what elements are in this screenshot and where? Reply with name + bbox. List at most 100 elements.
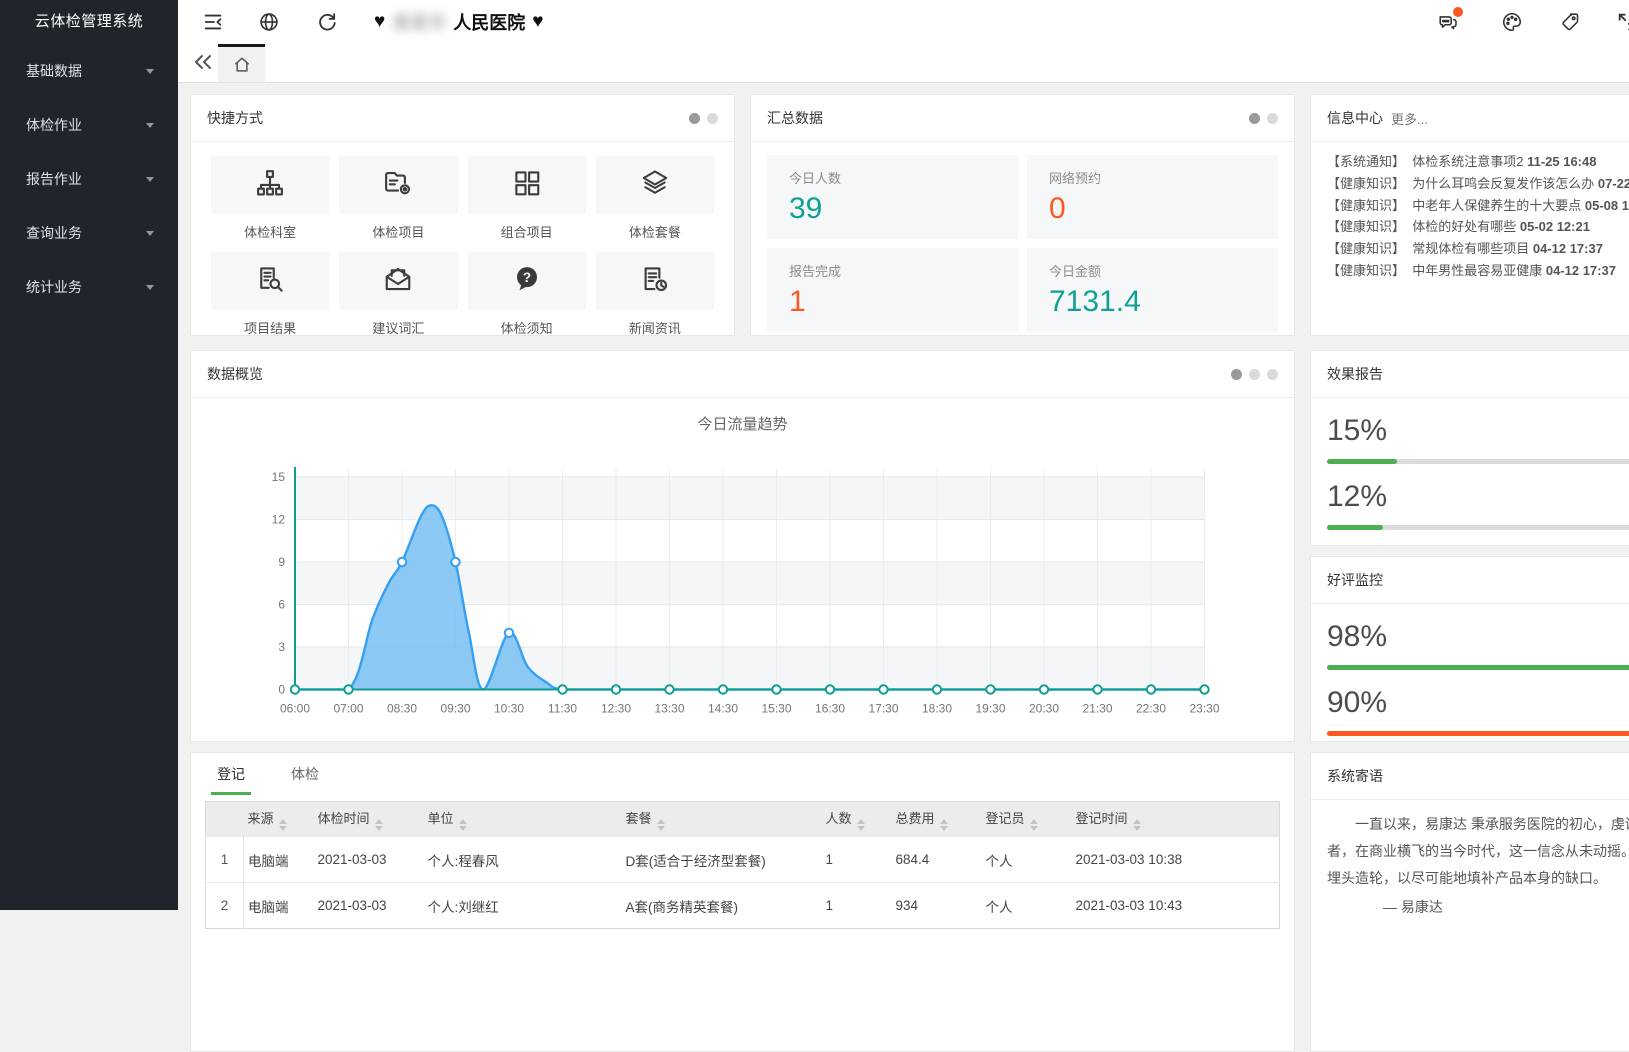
col-header-单位[interactable]: 单位: [424, 802, 622, 837]
col-header-总费用[interactable]: 总费用: [892, 802, 982, 837]
topbar: ♥ 某某市 人民医院 ♥: [178, 0, 1629, 45]
sidebar-item-2[interactable]: 报告作业: [0, 152, 178, 206]
carousel-dot-active[interactable]: [1249, 113, 1260, 124]
table-cell: 电脑端: [244, 837, 314, 883]
progress-fill: [1327, 459, 1397, 464]
table-cell: 2021-03-03 10:38: [1072, 837, 1280, 883]
svg-text:22:30: 22:30: [1136, 702, 1166, 716]
table-row[interactable]: 1电脑端2021-03-03个人:程春风D套(适合于经济型套餐)1684.4个人…: [206, 837, 1280, 883]
sort-icon[interactable]: [1133, 819, 1141, 831]
carousel-dot[interactable]: [1249, 369, 1260, 380]
news-item[interactable]: 【健康知识】 为什么耳鸣会反复发作该怎么办 07-22 16:05: [1327, 173, 1629, 195]
sidebar-item-0[interactable]: 基础数据: [0, 44, 178, 98]
effect-report-panel: 效果报告 15% 12%: [1310, 350, 1629, 546]
carousel-dot-active[interactable]: [1231, 369, 1242, 380]
review-monitor-title: 好评监控: [1327, 570, 1383, 590]
messages-icon[interactable]: [1437, 11, 1459, 33]
review-monitor-item-1: 90%: [1327, 686, 1629, 736]
svg-text:6: 6: [278, 598, 285, 612]
sidebar-item-4[interactable]: 统计业务: [0, 260, 178, 314]
sidebar-item-label: 体检作业: [26, 115, 82, 135]
sidebar-item-label: 统计业务: [26, 277, 82, 297]
data-overview-title: 数据概览: [207, 364, 263, 384]
news-item[interactable]: 【健康知识】 体检的好处有哪些 05-02 12:21: [1327, 216, 1629, 238]
motto-signature: — 易康达: [1327, 894, 1629, 921]
stat-card-0: 今日人数 39: [767, 155, 1018, 239]
progress-track: [1327, 459, 1629, 464]
carousel-dot-active[interactable]: [689, 113, 700, 124]
carousel-dots: [1249, 113, 1278, 124]
sort-icon[interactable]: [375, 819, 383, 831]
sort-icon[interactable]: [1030, 819, 1038, 831]
shortcut-体检科室[interactable]: 体检科室: [211, 156, 329, 241]
shortcut-项目结果[interactable]: 项目结果: [211, 252, 329, 337]
table-cell: D套(适合于经济型套餐): [622, 837, 822, 883]
registry-tab-登记[interactable]: 登记: [217, 764, 245, 795]
col-header-人数[interactable]: 人数: [822, 802, 892, 837]
effect-report-title: 效果报告: [1327, 364, 1383, 384]
table-cell: 684.4: [892, 837, 982, 883]
shortcut-体检项目[interactable]: 体检项目: [339, 156, 457, 241]
table-cell: 个人:程春风: [424, 837, 622, 883]
sort-icon[interactable]: [940, 819, 948, 831]
stat-label: 今日金额: [1049, 261, 1256, 280]
summary-panel-title: 汇总数据: [767, 108, 823, 128]
col-header-登记员[interactable]: 登记员: [982, 802, 1072, 837]
chevron-down-icon: [146, 177, 154, 182]
shortcut-建议词汇[interactable]: 建议词汇: [339, 252, 457, 337]
fullscreen-icon[interactable]: [1616, 11, 1629, 33]
sort-icon[interactable]: [279, 819, 287, 831]
sidebar-item-3[interactable]: 查询业务: [0, 206, 178, 260]
shortcuts-panel-title: 快捷方式: [207, 108, 263, 128]
system-motto-text: 一直以来，易康达 秉承服务医院的初心，虔诚者，在商业横飞的当今时代，这一信念从未…: [1311, 800, 1629, 932]
shortcut-组合项目[interactable]: 组合项目: [468, 156, 586, 241]
news-item[interactable]: 【健康知识】 常规体检有哪些项目 04-12 17:37: [1327, 238, 1629, 260]
svg-text:12:30: 12:30: [601, 702, 631, 716]
review-monitor-panel: 好评监控 98% 90%: [1310, 556, 1629, 742]
collapse-tabs-icon[interactable]: [191, 50, 215, 79]
tag-icon[interactable]: [1559, 11, 1581, 33]
svg-text:3: 3: [278, 640, 285, 654]
shortcut-新闻资讯[interactable]: 新闻资讯: [596, 252, 714, 337]
news-item[interactable]: 【系统通知】 体检系统注意事项2 11-25 16:48: [1327, 151, 1629, 173]
summary-panel: 汇总数据 今日人数 39 网络预约 0 报告完成 1 今日金额 7131.4: [750, 94, 1295, 336]
table-cell: 2021-03-03: [314, 837, 424, 883]
sidebar: 云体检管理系统 基础数据 体检作业 报告作业 查询业务 统计业务: [0, 0, 178, 910]
info-center-more-link[interactable]: 更多...: [1391, 109, 1428, 128]
col-header-套餐[interactable]: 套餐: [622, 802, 822, 837]
carousel-dot[interactable]: [707, 113, 718, 124]
sidebar-item-label: 报告作业: [26, 169, 82, 189]
shortcut-体检须知[interactable]: ? 体检须知: [468, 252, 586, 337]
sidebar-item-1[interactable]: 体检作业: [0, 98, 178, 152]
refresh-icon[interactable]: [316, 11, 338, 33]
table-cell: 1: [822, 837, 892, 883]
menu-fold-icon[interactable]: [202, 11, 224, 33]
carousel-dot[interactable]: [1267, 113, 1278, 124]
table-cell: 2021-03-03: [314, 883, 424, 929]
registry-tab-体检[interactable]: 体检: [291, 764, 319, 795]
sort-icon[interactable]: [459, 819, 467, 831]
sort-icon[interactable]: [857, 819, 865, 831]
table-cell: A套(商务精英套餐): [622, 883, 822, 929]
tab-home[interactable]: [218, 44, 265, 82]
carousel-dot[interactable]: [1267, 369, 1278, 380]
news-item[interactable]: 【健康知识】 中老年人保健养生的十大要点 05-08 11:30: [1327, 195, 1629, 217]
table-row[interactable]: 2电脑端2021-03-03个人:刘继红A套(商务精英套餐)1934个人2021…: [206, 883, 1280, 929]
stat-value: 1: [789, 285, 996, 319]
col-header-来源[interactable]: 来源: [244, 802, 314, 837]
news-item[interactable]: 【健康知识】 中年男性最容易亚健康 04-12 17:37: [1327, 260, 1629, 282]
col-header-体检时间[interactable]: 体检时间: [314, 802, 424, 837]
sort-icon[interactable]: [657, 819, 665, 831]
traffic-trend-chart[interactable]: 0369121506:0007:0008:3009:3010:3011:3012…: [191, 441, 1294, 746]
svg-text:06:00: 06:00: [280, 702, 310, 716]
chevron-down-icon: [146, 123, 154, 128]
globe-icon[interactable]: [258, 11, 280, 33]
theme-palette-icon[interactable]: [1501, 11, 1523, 33]
chevron-down-icon: [146, 69, 154, 74]
hospital-name: 人民医院: [453, 9, 525, 35]
svg-text:17:30: 17:30: [868, 702, 898, 716]
col-header-登记时间[interactable]: 登记时间: [1072, 802, 1280, 837]
shortcut-体检套餐[interactable]: 体检套餐: [596, 156, 714, 241]
svg-text:12: 12: [272, 513, 286, 527]
doc-search-icon: [255, 264, 285, 299]
